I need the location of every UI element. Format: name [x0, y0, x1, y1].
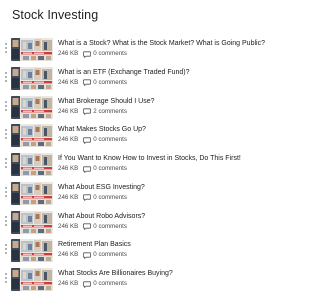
- list-item[interactable]: What About Robo Advisors? 246 KB 0 comme…: [0, 208, 267, 237]
- thumbnail-image: [11, 210, 53, 234]
- comment-icon: [83, 194, 92, 202]
- comment-count[interactable]: 0 comments: [93, 223, 127, 231]
- item-title[interactable]: What is a Stock? What is the Stock Marke…: [58, 39, 265, 48]
- item-title[interactable]: What About Robo Advisors?: [58, 212, 145, 221]
- comment-icon: [83, 108, 92, 115]
- drag-handle-icon[interactable]: [5, 244, 8, 256]
- file-size: 246 KB: [58, 78, 79, 86]
- item-title[interactable]: What Stocks Are Billionaires Buying?: [58, 269, 173, 278]
- comment-count[interactable]: 0 comments: [93, 165, 127, 173]
- item-title[interactable]: What is an ETF (Exchange Traded Fund)?: [58, 68, 190, 77]
- thumbnail-image: [11, 38, 53, 61]
- comment-count[interactable]: 0 comments: [93, 50, 127, 58]
- comment-icon: [83, 165, 92, 173]
- drag-handle-icon[interactable]: [5, 71, 8, 84]
- drag-handle-icon[interactable]: [5, 273, 8, 285]
- drag-handle-icon[interactable]: [5, 158, 8, 170]
- comment-count[interactable]: 2 comments: [93, 108, 127, 116]
- list-item[interactable]: If You Want to Know How to Invest in Sto…: [0, 150, 267, 179]
- drag-handle-icon[interactable]: [5, 129, 8, 141]
- list-item[interactable]: What Makes Stocks Go Up? 246 KB 0 commen…: [0, 121, 267, 150]
- item-title[interactable]: What About ESG Investing?: [58, 183, 145, 192]
- item-title[interactable]: Retirement Plan Basics: [58, 240, 131, 249]
- file-size: 246 KB: [58, 50, 79, 57]
- comment-count[interactable]: 0 comments: [93, 280, 127, 288]
- file-size: 246 KB: [58, 193, 79, 201]
- lesson-list: What is a Stock? What is the Stock Marke…: [0, 35, 267, 294]
- comment-icon: [83, 223, 92, 230]
- comment-icon: [83, 280, 92, 288]
- list-item[interactable]: What Brokerage Should I Use? 246 KB 2 co…: [0, 93, 267, 122]
- file-size: 246 KB: [58, 165, 79, 172]
- file-size: 246 KB: [58, 251, 79, 259]
- file-size: 246 KB: [58, 280, 79, 287]
- item-meta: 246 KB 0 comments: [58, 223, 127, 231]
- item-meta: 246 KB 0 comments: [58, 136, 127, 144]
- thumbnail-image: [11, 95, 53, 119]
- comment-count[interactable]: 0 comments: [93, 136, 127, 144]
- comment-icon: [83, 50, 92, 58]
- item-title[interactable]: What Makes Stocks Go Up?: [58, 125, 146, 134]
- drag-handle-icon[interactable]: [5, 215, 8, 228]
- item-meta: 246 KB 0 comments: [58, 251, 127, 259]
- list-item[interactable]: What Stocks Are Billionaires Buying? 246…: [0, 265, 267, 294]
- file-size: 246 KB: [58, 136, 79, 144]
- comment-count[interactable]: 0 comments: [93, 251, 127, 259]
- thumbnail-image: [11, 239, 53, 263]
- item-meta: 246 KB 0 comments: [58, 79, 127, 87]
- comment-icon: [83, 137, 92, 144]
- thumbnail-image: [11, 268, 53, 291]
- item-title[interactable]: What Brokerage Should I Use?: [58, 97, 155, 106]
- drag-handle-icon[interactable]: [5, 186, 8, 199]
- item-meta: 246 KB 0 comments: [58, 280, 127, 288]
- drag-handle-icon[interactable]: [5, 43, 8, 55]
- thumbnail-image: [11, 181, 53, 205]
- item-meta: 246 KB 2 comments: [58, 108, 127, 116]
- item-meta: 246 KB 0 comments: [58, 165, 127, 173]
- page-title: Stock Investing: [12, 8, 99, 22]
- comment-count[interactable]: 0 comments: [93, 79, 127, 87]
- list-item[interactable]: What is an ETF (Exchange Traded Fund)? 2…: [0, 64, 267, 93]
- thumbnail-image: [11, 124, 53, 148]
- list-item[interactable]: What is a Stock? What is the Stock Marke…: [0, 35, 267, 64]
- drag-handle-icon[interactable]: [5, 100, 8, 113]
- item-title[interactable]: If You Want to Know How to Invest in Sto…: [58, 154, 241, 163]
- item-meta: 246 KB 0 comments: [58, 194, 127, 202]
- comment-icon: [83, 252, 92, 259]
- comment-icon: [83, 79, 92, 87]
- thumbnail-image: [11, 153, 53, 176]
- thumbnail-image: [11, 66, 53, 90]
- file-size: 246 KB: [58, 107, 79, 115]
- comment-count[interactable]: 0 comments: [93, 194, 127, 202]
- file-size: 246 KB: [58, 222, 79, 230]
- item-meta: 246 KB 0 comments: [58, 50, 127, 58]
- list-item[interactable]: Retirement Plan Basics 246 KB 0 comments: [0, 236, 267, 265]
- list-item[interactable]: What About ESG Investing? 246 KB 0 comme…: [0, 179, 267, 208]
